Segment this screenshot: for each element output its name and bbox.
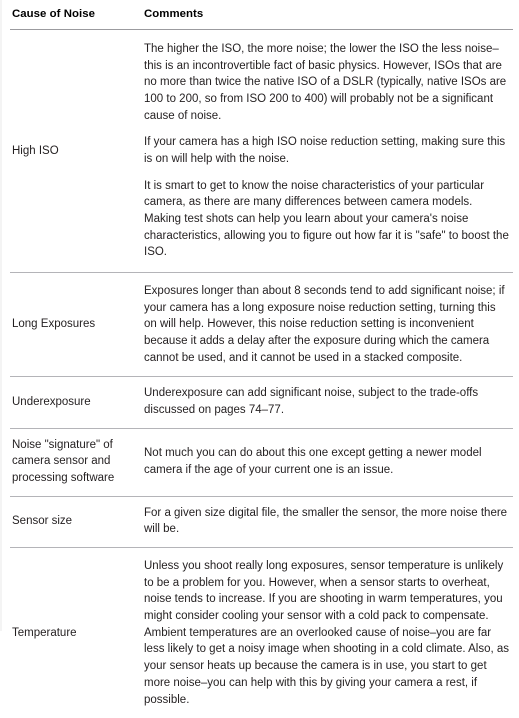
cell-comments: The higher the ISO, the more noise; the … (142, 30, 513, 273)
cause-label: High ISO (12, 143, 134, 160)
comment-paragraph: If your camera has a high ISO noise redu… (144, 134, 509, 167)
cause-label: Underexposure (12, 394, 134, 411)
table-row: High ISO The higher the ISO, the more no… (10, 30, 513, 273)
table-row: Underexposure Underexposure can add sign… (10, 377, 513, 428)
cell-cause: Underexposure (10, 377, 142, 428)
table-body: High ISO The higher the ISO, the more no… (10, 30, 513, 718)
table-row: Long Exposures Exposures longer than abo… (10, 273, 513, 377)
cause-label: Sensor size (12, 513, 134, 530)
causes-of-noise-table: Cause of Noise Comments High ISO The hig… (10, 0, 513, 718)
comment-paragraph: Unless you shoot really long exposures, … (144, 558, 509, 708)
comment-paragraph: For a given size digital file, the small… (144, 505, 509, 538)
table-row: Temperature Unless you shoot really long… (10, 548, 513, 718)
cell-comments: Not much you can do about this one excep… (142, 428, 513, 496)
comment-paragraph: Underexposure can add significant noise,… (144, 385, 509, 418)
cell-cause: Temperature (10, 548, 142, 718)
column-header-cause-of-noise: Cause of Noise (10, 0, 142, 29)
comment-paragraph: Not much you can do about this one excep… (144, 445, 509, 478)
table-header: Cause of Noise Comments (10, 0, 513, 30)
comment-paragraph: Exposures longer than about 8 seconds te… (144, 283, 509, 366)
cause-label: Long Exposures (12, 316, 134, 333)
cell-comments: For a given size digital file, the small… (142, 496, 513, 547)
cell-comments: Underexposure can add significant noise,… (142, 377, 513, 428)
document-page: Cause of Noise Comments High ISO The hig… (0, 0, 519, 631)
cause-label: Temperature (12, 625, 134, 642)
table-row: Sensor size For a given size digital fil… (10, 496, 513, 547)
cell-cause: Sensor size (10, 496, 142, 547)
table-header-row: Cause of Noise Comments (10, 0, 513, 29)
cell-comments: Unless you shoot really long exposures, … (142, 548, 513, 718)
cell-cause: Noise "signature" of camera sensor and p… (10, 428, 142, 496)
comment-paragraph: The higher the ISO, the more noise; the … (144, 41, 509, 124)
cell-cause: High ISO (10, 30, 142, 273)
cell-comments: Exposures longer than about 8 seconds te… (142, 273, 513, 377)
table-row: Noise "signature" of camera sensor and p… (10, 428, 513, 496)
column-header-comments: Comments (142, 0, 513, 29)
cell-cause: Long Exposures (10, 273, 142, 377)
comment-paragraph: It is smart to get to know the noise cha… (144, 178, 509, 261)
cause-label: Noise "signature" of camera sensor and p… (12, 437, 134, 487)
